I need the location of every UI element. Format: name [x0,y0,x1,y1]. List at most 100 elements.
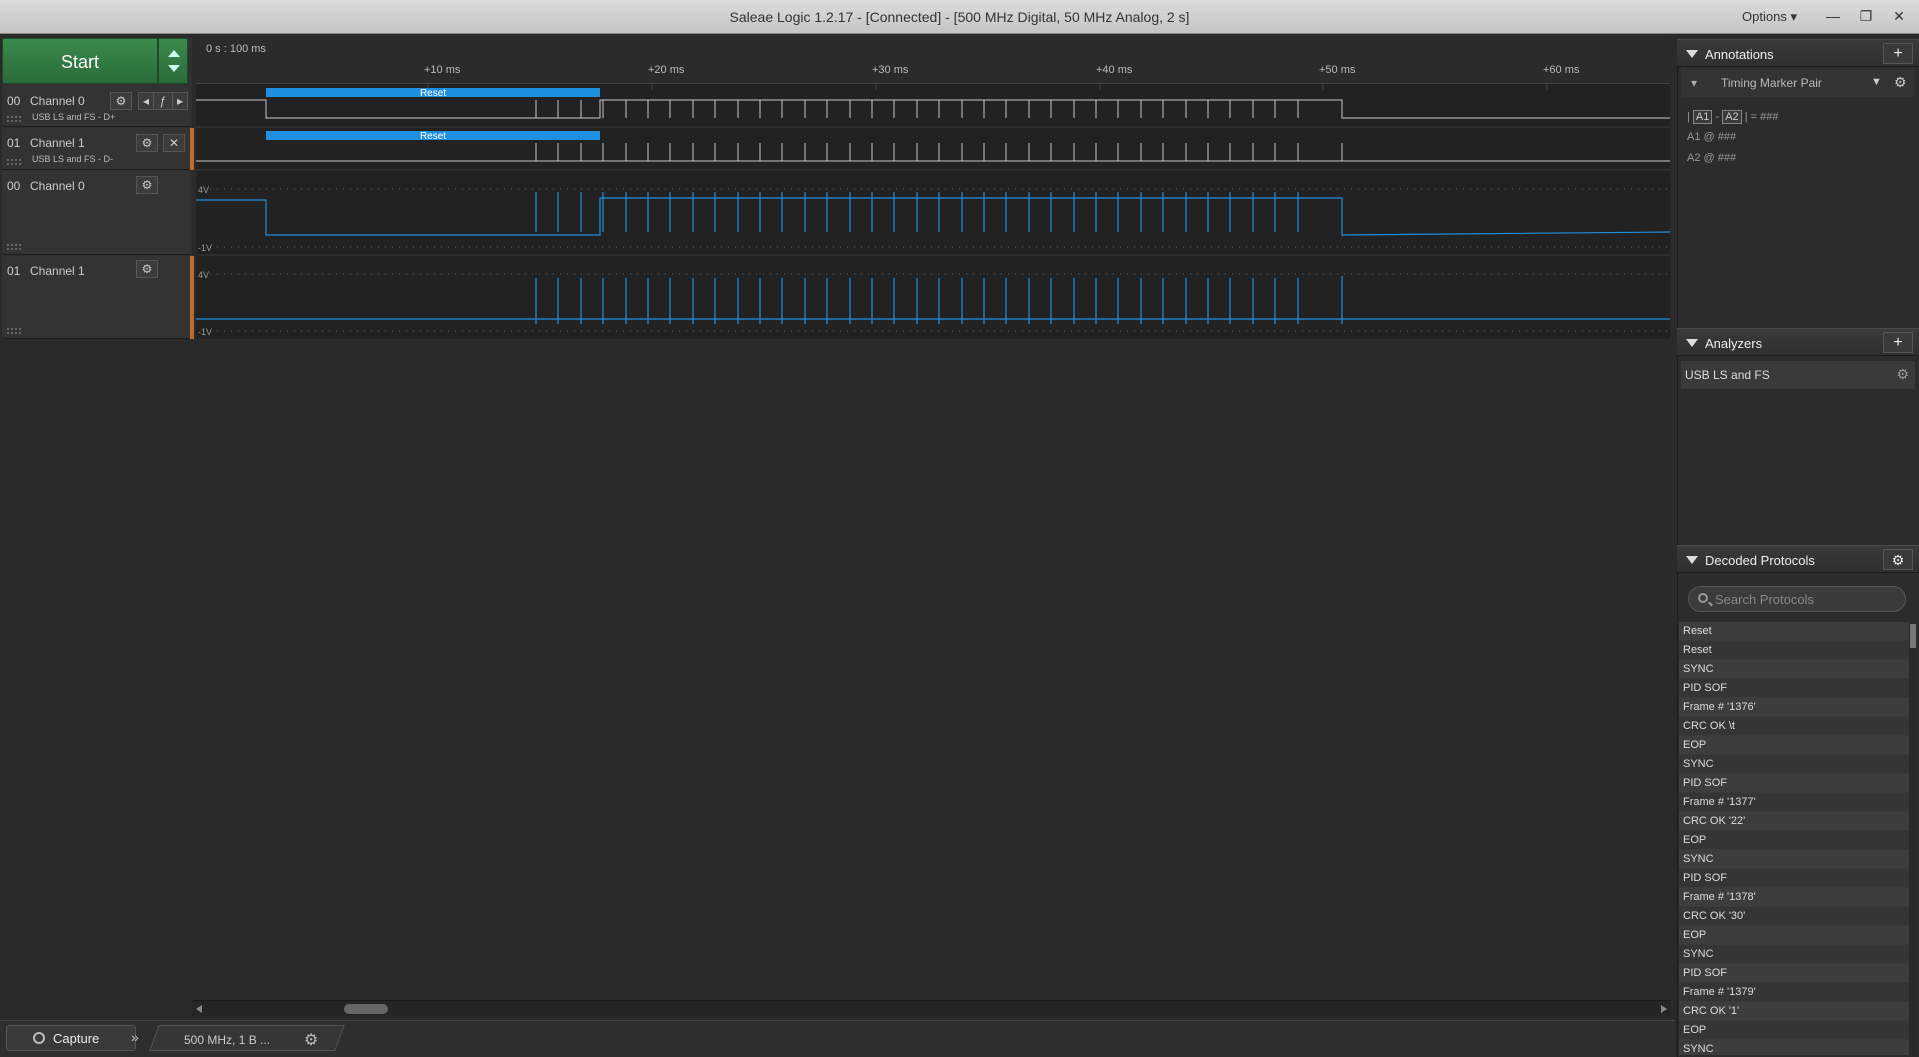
protocol-list-item[interactable]: EOP [1679,926,1909,945]
gear-icon[interactable]: ⚙ [1896,366,1909,383]
start-options-button[interactable] [158,38,188,84]
protocol-list-item[interactable]: PID SOF [1679,679,1909,698]
analog-vmin-label: -1V [198,243,212,253]
a1-marker-button[interactable]: A1 [1692,110,1713,124]
horizontal-scrollbar[interactable] [192,1000,1671,1016]
a1-position: A1 @ ### [1687,131,1737,143]
restore-button[interactable]: ❐ [1851,4,1881,28]
trigger-right-icon[interactable]: ▸ [172,92,188,110]
a2-position: A2 @ ### [1687,152,1737,164]
decoded-protocols-header[interactable]: Decoded Protocols ⚙ [1677,545,1919,573]
drag-handle-icon[interactable] [7,244,21,250]
scroll-thumb[interactable] [1910,624,1916,648]
protocol-list-item[interactable]: Frame # '1376' [1679,698,1909,717]
vertical-scrollbar[interactable] [1909,622,1917,1055]
protocol-search[interactable] [1688,586,1906,612]
protocol-list-item[interactable]: EOP [1679,736,1909,755]
protocol-list-item[interactable]: PID SOF [1679,964,1909,983]
gear-icon[interactable]: ⚙ [1894,74,1907,91]
timeline-ruler[interactable]: 0 s : 100 ms +10 ms +20 ms +30 ms +40 ms… [196,38,1670,84]
analog-vmax-label: 4V [198,270,209,280]
close-icon[interactable]: ✕ [163,134,185,152]
search-input[interactable] [1715,590,1900,608]
protocol-list-item[interactable]: EOP [1679,1021,1909,1040]
more-tabs-button[interactable]: » [131,1029,139,1045]
minimize-button[interactable]: — [1818,4,1848,28]
decode-label-reset: Reset [420,131,446,142]
marker-icon: ▾ [1691,76,1698,90]
analyzers-header[interactable]: Analyzers + [1677,328,1919,356]
protocol-list-item[interactable]: SYNC [1679,1040,1909,1055]
capture-tab[interactable]: Capture [6,1025,136,1051]
trigger-edge-icon[interactable]: ƒ [153,92,173,110]
drag-handle-icon[interactable] [7,116,21,122]
start-button[interactable]: Start [2,38,158,84]
protocol-list-item[interactable]: Reset [1679,641,1909,660]
trigger-left-icon[interactable]: ◂ [138,92,154,110]
annotations-title: Annotations [1705,47,1774,62]
gear-icon[interactable]: ⚙ [136,176,158,194]
protocol-list-item[interactable]: CRC OK '1' [1679,1002,1909,1021]
gear-icon[interactable]: ⚙ [1883,549,1913,570]
analog-vmin-label: -1V [198,327,212,337]
drag-handle-icon[interactable] [7,159,21,165]
timing-marker-label: Timing Marker Pair [1721,76,1822,90]
scroll-right-icon[interactable] [1661,1005,1667,1013]
collapse-icon[interactable] [1686,556,1698,564]
protocol-list-item[interactable]: EOP [1679,831,1909,850]
protocol-list-item[interactable]: Reset [1679,622,1909,641]
channel-number: 00 [7,179,21,193]
channel-name[interactable]: Channel 1 [30,136,85,150]
add-analyzer-button[interactable]: + [1883,332,1913,353]
protocol-list-item[interactable]: CRC OK '22' [1679,812,1909,831]
decoded-protocol-list[interactable]: Reset Reset SYNC PID SOF Frame # '1376' CRC O… [1679,622,1909,1055]
collapse-icon[interactable] [1686,50,1698,58]
channel-name[interactable]: Channel 0 [30,179,85,193]
gear-icon[interactable]: ⚙ [110,92,132,110]
channel-row-analog-0[interactable]: 00 Channel 0 ⚙ [2,171,190,255]
session-label[interactable]: 500 MHz, 1 B ... [184,1033,270,1047]
time-tick: +40 ms [1096,64,1133,76]
protocol-list-item[interactable]: Frame # '1379' [1679,983,1909,1002]
protocol-list-item[interactable]: Frame # '1377' [1679,793,1909,812]
timing-marker-pair-row[interactable]: ▾ Timing Marker Pair ▼ ⚙ [1681,69,1915,97]
a2-marker-button[interactable]: A2 [1722,110,1742,124]
analyzers-title: Analyzers [1705,336,1763,351]
analog-trace-channel-1 [196,276,1670,324]
protocol-list-item[interactable]: SYNC [1679,945,1909,964]
gear-icon[interactable]: ⚙ [136,134,158,152]
protocol-list-item[interactable]: CRC OK \t [1679,717,1909,736]
analyzer-item[interactable]: USB LS and FS ⚙ [1681,361,1915,389]
options-menu[interactable]: Options ▾ [1742,9,1797,25]
protocol-list-item[interactable]: SYNC [1679,850,1909,869]
channel-name[interactable]: Channel 0 [30,94,85,108]
protocol-list-item[interactable]: CRC OK '30' [1679,907,1909,926]
scroll-left-icon[interactable] [196,1005,202,1013]
time-tick: +20 ms [648,64,685,76]
analog-trace-channel-0 [196,192,1670,236]
gear-icon[interactable]: ⚙ [136,260,158,278]
channel-number: 01 [7,264,21,278]
protocol-list-item[interactable]: PID SOF [1679,774,1909,793]
close-button[interactable]: ✕ [1884,4,1914,28]
drag-handle-icon[interactable] [7,328,21,334]
channel-row-digital-1[interactable]: 01 Channel 1 USB LS and FS - D- ⚙ ✕ [2,128,190,170]
channel-row-analog-1[interactable]: 01 Channel 1 ⚙ [2,256,190,339]
protocol-list-item[interactable]: SYNC [1679,660,1909,679]
search-icon [1698,593,1708,603]
channel-name[interactable]: Channel 1 [30,264,85,278]
annotations-header[interactable]: Annotations + [1677,39,1919,67]
chevron-down-icon[interactable]: ▼ [1871,76,1882,88]
channel-row-digital-0[interactable]: 00 Channel 0 USB LS and FS - D+ ⚙ ◂ ƒ ▸ [2,86,190,127]
decoded-protocols-title: Decoded Protocols [1705,553,1815,568]
marker-delta-line: | A1 - A2 | = ### [1687,110,1779,124]
gear-icon[interactable]: ⚙ [304,1030,318,1050]
protocol-list-item[interactable]: SYNC [1679,755,1909,774]
chevron-up-icon [168,50,180,57]
waveform-svg: Reset Reset 4V -1V 4V -1V [196,84,1670,337]
protocol-list-item[interactable]: Frame # '1378' [1679,888,1909,907]
add-annotation-button[interactable]: + [1883,43,1913,64]
collapse-icon[interactable] [1686,339,1698,347]
protocol-list-item[interactable]: PID SOF [1679,869,1909,888]
scroll-thumb[interactable] [344,1004,388,1014]
